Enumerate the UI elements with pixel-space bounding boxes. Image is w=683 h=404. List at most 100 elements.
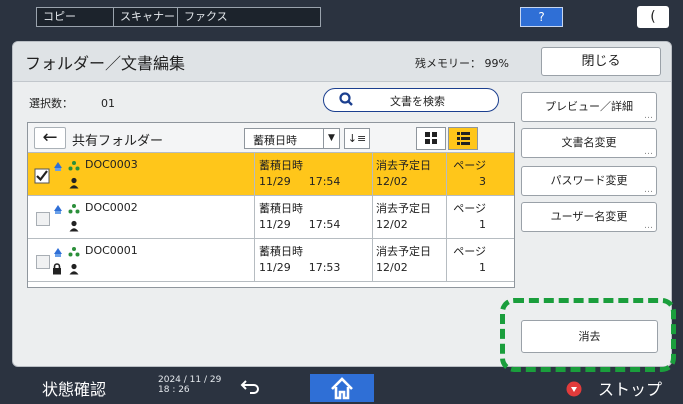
clock-time: 18 : 26 bbox=[158, 385, 190, 395]
function-tabs: コピー スキャナー ファクス bbox=[36, 7, 321, 27]
user-icon bbox=[69, 263, 79, 275]
stored-time: 17:54 bbox=[308, 175, 341, 188]
clock: 2024 / 11 / 29 18 : 26 bbox=[158, 375, 221, 395]
selection-count: 選択数： 01 bbox=[29, 95, 115, 111]
stored-datetime-cell: 蓄積日時 11/29 17:53 bbox=[254, 239, 372, 281]
change-password-label: パスワード変更 bbox=[550, 174, 628, 187]
stop-icon bbox=[566, 381, 582, 397]
moon-icon: ( bbox=[650, 9, 656, 25]
sort-order-button[interactable]: ↓≡ bbox=[344, 128, 370, 149]
sort-value: 蓄積日時 bbox=[253, 134, 297, 147]
delete-date-value: 12/02 bbox=[376, 261, 408, 274]
search-document-button[interactable]: 文書を検索 bbox=[323, 88, 499, 112]
document-name: DOC0002 bbox=[85, 201, 138, 214]
delete-date-header: 消去予定日 bbox=[376, 202, 431, 215]
grid-icon bbox=[425, 132, 437, 144]
home-icon bbox=[331, 377, 353, 400]
stored-datetime-value: 11/29 17:54 bbox=[259, 218, 340, 231]
tab-copy[interactable]: コピー bbox=[37, 8, 114, 26]
pages-cell: ページ 1 bbox=[446, 239, 490, 281]
bottom-bar: 状態確認 2024 / 11 / 29 18 : 26 ストップ bbox=[0, 372, 683, 404]
sort-select[interactable]: 蓄積日時 ▼ bbox=[244, 128, 340, 149]
stored-datetime-cell: 蓄積日時 11/29 17:54 bbox=[254, 196, 372, 238]
stored-date: 11/29 bbox=[259, 218, 291, 231]
change-username-button[interactable]: ユーザー名変更 … bbox=[521, 202, 657, 232]
more-dots-icon: … bbox=[644, 185, 653, 195]
stored-date: 11/29 bbox=[259, 175, 291, 188]
pages-value: 3 bbox=[479, 175, 486, 188]
scanner-document-icon bbox=[54, 162, 62, 171]
help-button[interactable]: ? bbox=[520, 7, 563, 27]
stored-datetime-value: 11/29 17:54 bbox=[259, 175, 340, 188]
checkbox-checked[interactable] bbox=[34, 168, 50, 184]
delete-date-value: 12/02 bbox=[376, 175, 408, 188]
document-name: DOC0001 bbox=[85, 244, 138, 257]
thumbnail-view-button[interactable] bbox=[416, 127, 446, 150]
table-row[interactable]: DOC0002 蓄積日時 11/29 17:54 消去予定日 12/02 ページ … bbox=[28, 196, 514, 239]
table-row[interactable]: DOC0001 蓄積日時 11/29 17:53 消去予定日 12/02 ページ … bbox=[28, 239, 514, 282]
search-icon bbox=[339, 92, 353, 106]
stored-datetime-header: 蓄積日時 bbox=[259, 245, 303, 258]
delete-date-header: 消去予定日 bbox=[376, 159, 431, 172]
search-document-label: 文書を検索 bbox=[390, 95, 445, 108]
lock-icon bbox=[53, 263, 61, 275]
pages-value: 1 bbox=[479, 218, 486, 231]
document-list: ← 共有フォルダー 蓄積日時 ▼ ↓≡ DOC0003 蓄積日時 11/29 1… bbox=[27, 122, 515, 288]
checkbox[interactable] bbox=[36, 212, 50, 226]
scanner-document-icon bbox=[54, 205, 62, 214]
shared-group-icon bbox=[68, 247, 80, 257]
preview-details-button[interactable]: プレビュー／詳細 … bbox=[521, 92, 657, 122]
tab-scanner[interactable]: スキャナー bbox=[114, 8, 178, 26]
more-dots-icon: … bbox=[644, 221, 653, 231]
rename-document-button[interactable]: 文書名変更 … bbox=[521, 128, 657, 158]
stored-time: 17:54 bbox=[308, 218, 341, 231]
more-dots-icon: … bbox=[644, 147, 653, 157]
pages-header: ページ bbox=[453, 202, 486, 215]
list-header: ← 共有フォルダー 蓄積日時 ▼ ↓≡ bbox=[28, 123, 514, 153]
rename-document-label: 文書名変更 bbox=[561, 136, 617, 149]
stored-time: 17:53 bbox=[308, 261, 341, 274]
user-icon bbox=[69, 220, 79, 232]
delete-date-header: 消去予定日 bbox=[376, 245, 431, 258]
list-view-button[interactable] bbox=[448, 127, 478, 150]
pages-cell: ページ 1 bbox=[446, 196, 490, 238]
stored-date: 11/29 bbox=[259, 261, 291, 274]
delete-date-cell: 消去予定日 12/02 bbox=[372, 239, 446, 281]
shared-group-icon bbox=[68, 161, 80, 171]
list-icon bbox=[457, 132, 470, 145]
pages-header: ページ bbox=[453, 245, 486, 258]
pages-value: 1 bbox=[479, 261, 486, 274]
pages-header: ページ bbox=[453, 159, 486, 172]
selection-count-label: 選択数： bbox=[29, 97, 73, 110]
pages-cell: ページ 3 bbox=[446, 153, 490, 195]
delete-date-value: 12/02 bbox=[376, 218, 408, 231]
stop-button[interactable]: ストップ bbox=[598, 376, 662, 400]
change-username-label: ユーザー名変更 bbox=[550, 210, 628, 223]
more-dots-icon: … bbox=[644, 111, 653, 121]
folder-name: 共有フォルダー bbox=[72, 134, 164, 149]
back-button[interactable]: ← bbox=[34, 127, 66, 149]
return-arrow-icon[interactable] bbox=[240, 376, 262, 396]
home-button[interactable] bbox=[310, 374, 374, 402]
change-password-button[interactable]: パスワード変更 … bbox=[521, 166, 657, 196]
page-title: フォルダー／文書編集 bbox=[25, 54, 186, 73]
stored-datetime-header: 蓄積日時 bbox=[259, 202, 303, 215]
document-name: DOC0003 bbox=[85, 158, 138, 171]
system-status-button[interactable]: 状態確認 bbox=[42, 376, 106, 400]
energy-saver-button[interactable]: ( bbox=[637, 6, 669, 28]
delete-date-cell: 消去予定日 12/02 bbox=[372, 153, 446, 195]
stored-datetime-value: 11/29 17:53 bbox=[259, 261, 340, 274]
delete-button[interactable]: 消去 bbox=[521, 320, 658, 353]
clock-date: 2024 / 11 / 29 bbox=[158, 375, 222, 385]
table-row[interactable]: DOC0003 蓄積日時 11/29 17:54 消去予定日 12/02 ページ … bbox=[28, 153, 514, 196]
stored-datetime-header: 蓄積日時 bbox=[259, 159, 303, 172]
preview-details-label: プレビュー／詳細 bbox=[545, 100, 633, 113]
tab-fax[interactable]: ファクス bbox=[178, 8, 320, 26]
shared-group-icon bbox=[68, 204, 80, 214]
close-button[interactable]: 閉じる bbox=[541, 47, 661, 76]
chevron-down-icon: ▼ bbox=[323, 129, 339, 148]
delete-date-cell: 消去予定日 12/02 bbox=[372, 196, 446, 238]
checkbox[interactable] bbox=[36, 255, 50, 269]
stored-datetime-cell: 蓄積日時 11/29 17:54 bbox=[254, 153, 372, 195]
panel-header: フォルダー／文書編集 残メモリー： 99% 閉じる bbox=[13, 42, 671, 82]
